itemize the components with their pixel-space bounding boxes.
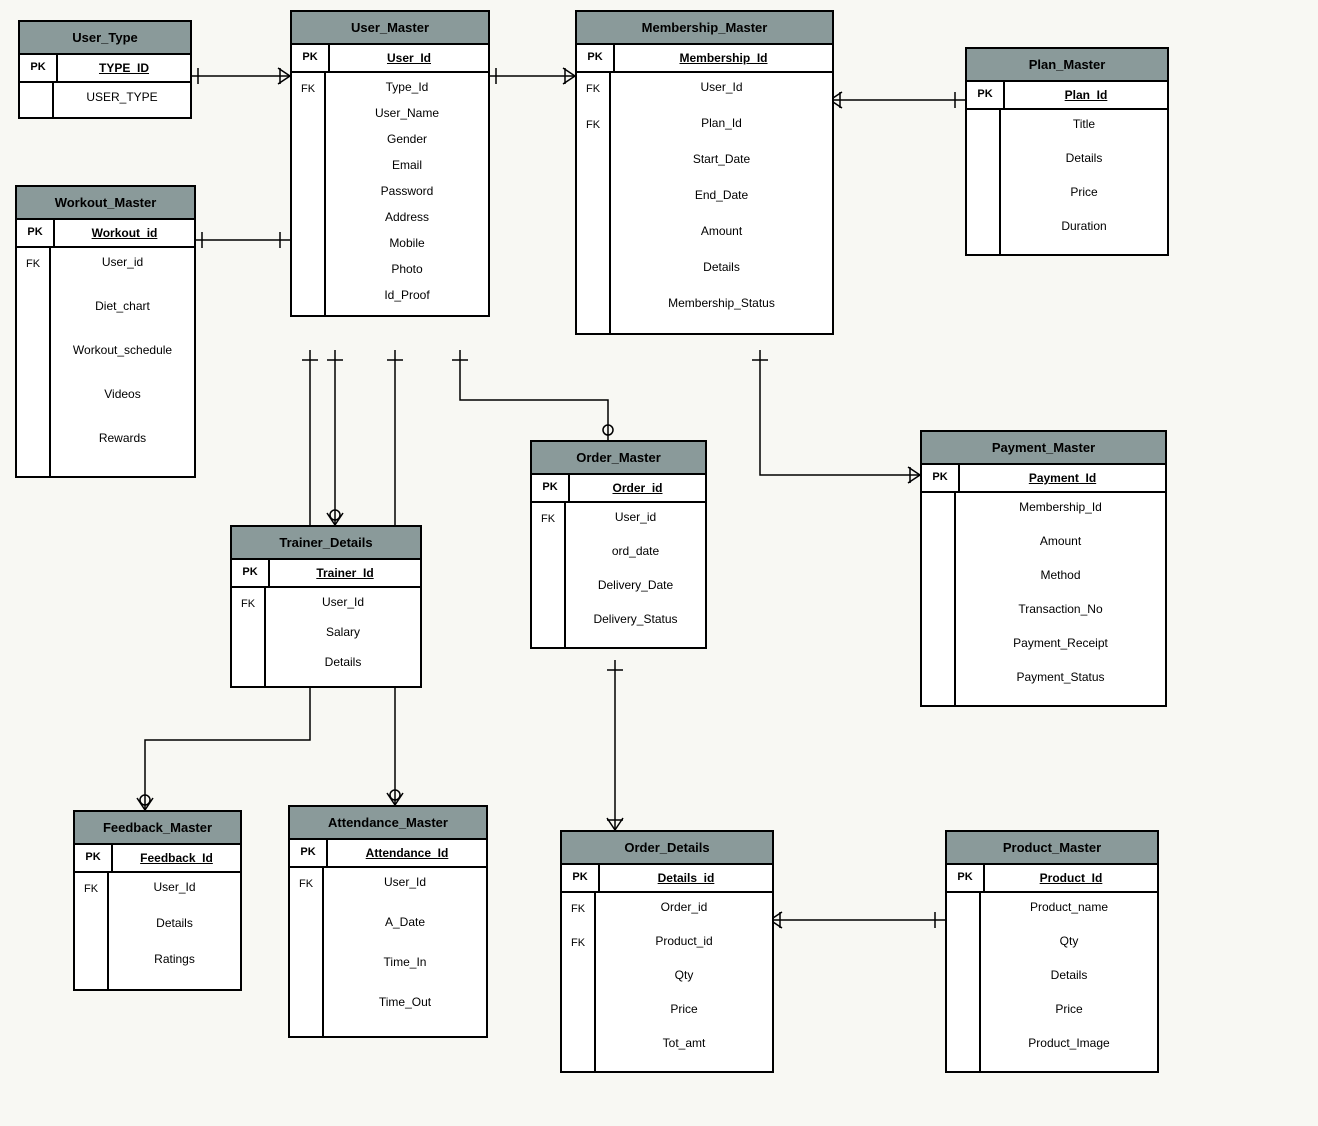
pk-label: PK: [947, 865, 985, 891]
entity-title: Membership_Master: [577, 12, 832, 45]
entity-attendance-master: Attendance_Master PK Attendance_Id FK Us…: [288, 805, 488, 1038]
entity-title: User_Type: [20, 22, 190, 55]
entity-product-master: Product_Master PK Product_Id Product_nam…: [945, 830, 1159, 1073]
pk-label: PK: [290, 840, 328, 866]
pk-label: PK: [232, 560, 270, 586]
field-column: User_id ord_date Delivery_Date Delivery_…: [566, 503, 705, 647]
pk-field: Plan_Id: [1005, 82, 1167, 108]
entity-title: Feedback_Master: [75, 812, 240, 845]
key-column: FK FK: [577, 73, 611, 333]
field-column: User_Id Details Ratings: [109, 873, 240, 989]
entity-title: Workout_Master: [17, 187, 194, 220]
pk-label: PK: [577, 45, 615, 71]
entity-trainer-details: Trainer_Details PK Trainer_Id FK User_Id…: [230, 525, 422, 688]
entity-title: Order_Details: [562, 832, 772, 865]
key-column: FK: [532, 503, 566, 647]
field-column: Title Details Price Duration: [1001, 110, 1167, 254]
entity-title: Order_Master: [532, 442, 705, 475]
entity-membership-master: Membership_Master PK Membership_Id FK FK…: [575, 10, 834, 335]
field-column: Type_Id User_Name Gender Email Password …: [326, 73, 488, 315]
key-column: [922, 493, 956, 705]
pk-field: Payment_Id: [960, 465, 1165, 491]
key-column: FK: [290, 868, 324, 1036]
field-column: User_Id Salary Details: [266, 588, 420, 686]
entity-workout-master: Workout_Master PK Workout_id FK User_id …: [15, 185, 196, 478]
field-column: User_Id Plan_Id Start_Date End_Date Amou…: [611, 73, 832, 333]
field-column: Order_id Product_id Qty Price Tot_amt: [596, 893, 772, 1071]
key-column: [947, 893, 981, 1071]
key-column: FK: [17, 248, 51, 476]
pk-field: Order_id: [570, 475, 705, 501]
entity-user-type: User_Type PK TYPE_ID USER_TYPE: [18, 20, 192, 119]
pk-field: Membership_Id: [615, 45, 832, 71]
entity-user-master: User_Master PK User_Id FK Type_Id User_N…: [290, 10, 490, 317]
field-column: Product_name Qty Details Price Product_I…: [981, 893, 1157, 1071]
pk-field: User_Id: [330, 45, 488, 71]
key-column: FK: [232, 588, 266, 686]
field-column: Membership_Id Amount Method Transaction_…: [956, 493, 1165, 705]
entity-title: Attendance_Master: [290, 807, 486, 840]
entity-plan-master: Plan_Master PK Plan_Id Title Details Pri…: [965, 47, 1169, 256]
pk-label: PK: [562, 865, 600, 891]
entity-order-details: Order_Details PK Details_id FK FK Order_…: [560, 830, 774, 1073]
key-column: [967, 110, 1001, 254]
pk-label: PK: [75, 845, 113, 871]
pk-label: PK: [967, 82, 1005, 108]
pk-field: Details_id: [600, 865, 772, 891]
pk-field: Product_Id: [985, 865, 1157, 891]
pk-field: Feedback_Id: [113, 845, 240, 871]
pk-field: Attendance_Id: [328, 840, 486, 866]
pk-field: TYPE_ID: [58, 55, 190, 81]
key-column: FK FK: [562, 893, 596, 1071]
pk-label: PK: [292, 45, 330, 71]
key-column: FK: [292, 73, 326, 315]
entity-feedback-master: Feedback_Master PK Feedback_Id FK User_I…: [73, 810, 242, 991]
pk-label: PK: [922, 465, 960, 491]
pk-field: Trainer_Id: [270, 560, 420, 586]
pk-label: PK: [20, 55, 58, 81]
entity-title: User_Master: [292, 12, 488, 45]
field-column: USER_TYPE: [54, 83, 190, 117]
pk-field: Workout_id: [55, 220, 194, 246]
pk-label: PK: [17, 220, 55, 246]
entity-order-master: Order_Master PK Order_id FK User_id ord_…: [530, 440, 707, 649]
entity-title: Trainer_Details: [232, 527, 420, 560]
entity-title: Payment_Master: [922, 432, 1165, 465]
field-column: User_Id A_Date Time_In Time_Out: [324, 868, 486, 1036]
key-column: [20, 83, 54, 117]
field-column: User_id Diet_chart Workout_schedule Vide…: [51, 248, 194, 476]
entity-title: Product_Master: [947, 832, 1157, 865]
entity-payment-master: Payment_Master PK Payment_Id Membership_…: [920, 430, 1167, 707]
pk-label: PK: [532, 475, 570, 501]
entity-title: Plan_Master: [967, 49, 1167, 82]
key-column: FK: [75, 873, 109, 989]
